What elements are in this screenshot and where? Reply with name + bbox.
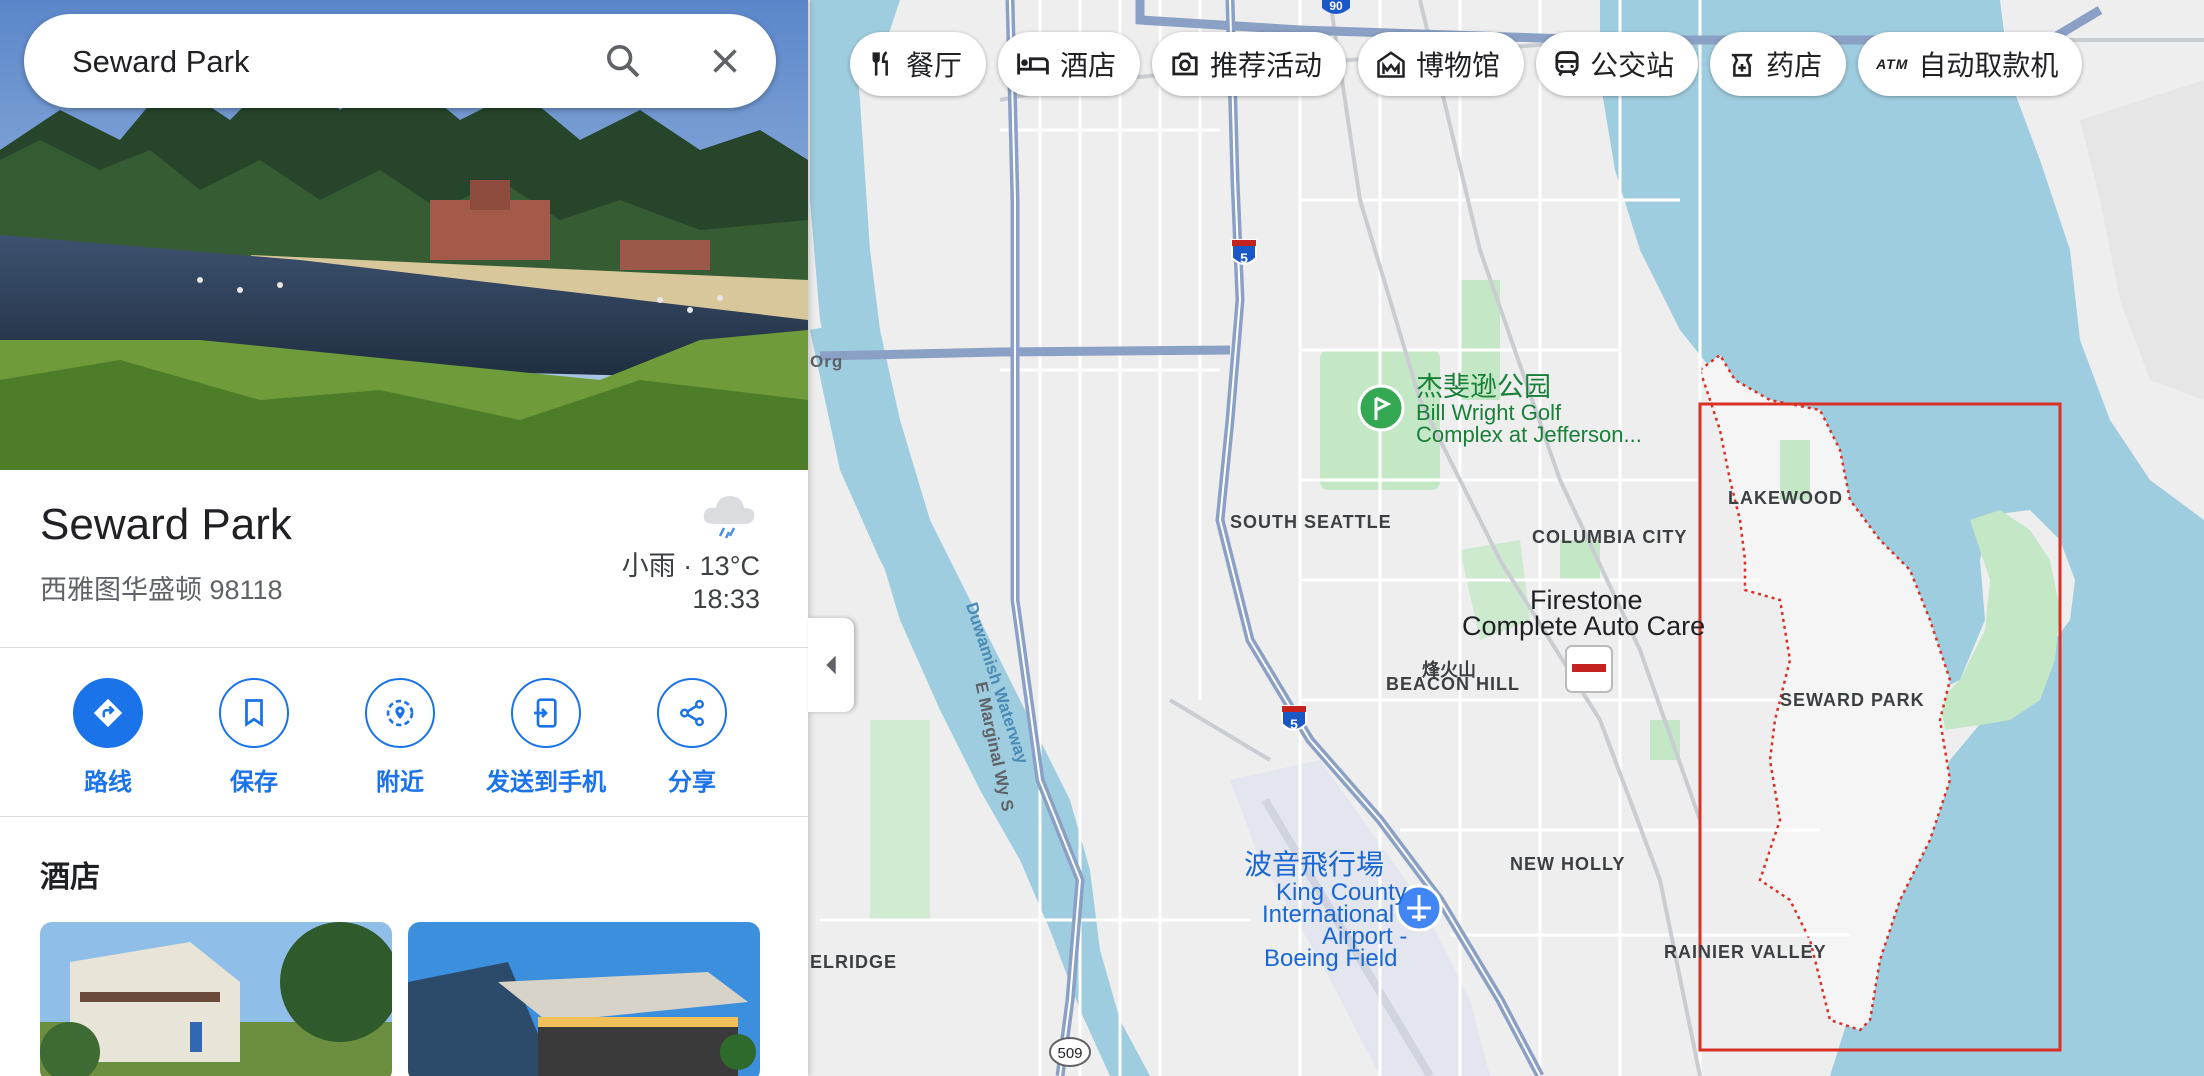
chip-label: 博物馆 bbox=[1416, 50, 1501, 81]
atm-icon: ATM bbox=[1876, 56, 1909, 72]
chip-museums[interactable]: 博物馆 bbox=[1358, 32, 1525, 96]
poi-firestone-line1[interactable]: Firestone bbox=[1530, 586, 1643, 614]
send-to-phone-button[interactable]: 发送到手机 bbox=[466, 678, 626, 797]
i5-shield-south: 5 bbox=[1281, 705, 1307, 732]
bookmark-icon bbox=[245, 699, 263, 727]
chip-label: 推荐活动 bbox=[1210, 50, 1323, 81]
sr509-shield: 509 bbox=[1049, 1037, 1091, 1067]
label-elridge: ELRIDGE bbox=[810, 952, 898, 972]
label-beacon-hill: BEACON HILL bbox=[1386, 674, 1520, 694]
chip-atms[interactable]: ATM 自动取款机 bbox=[1858, 32, 2083, 96]
hotels-section-title: 酒店 bbox=[40, 861, 100, 894]
chip-label: 药店 bbox=[1766, 50, 1823, 81]
chip-restaurants[interactable]: 餐厅 bbox=[850, 32, 987, 96]
action-label: 保存 bbox=[230, 769, 278, 796]
label-south-seattle: SOUTH SEATTLE bbox=[1230, 512, 1392, 532]
action-label: 附近 bbox=[376, 769, 424, 796]
search-button[interactable] bbox=[598, 36, 648, 86]
send-to-phone-icon bbox=[534, 698, 557, 728]
pharmacy-icon bbox=[1731, 53, 1753, 77]
poi-airport-cn[interactable]: 波音飛行場 bbox=[1244, 851, 1384, 879]
place-address: 西雅图华盛顿 98118 bbox=[40, 575, 283, 605]
label-columbia-city: COLUMBIA CITY bbox=[1532, 527, 1688, 547]
weather-info: 小雨 · 13°C 18:33 bbox=[622, 550, 760, 616]
action-label: 分享 bbox=[668, 769, 716, 796]
search-icon bbox=[607, 45, 640, 78]
svg-text:5: 5 bbox=[1290, 716, 1298, 732]
firestone-marker bbox=[1565, 645, 1613, 693]
i5-shield-north: 5 bbox=[1231, 239, 1257, 266]
directions-button[interactable]: 路线 bbox=[28, 678, 188, 797]
chip-pharmacies[interactable]: 药店 bbox=[1710, 32, 1847, 96]
golf-pin-icon bbox=[1357, 384, 1405, 432]
label-new-holly: NEW HOLLY bbox=[1510, 854, 1626, 874]
museum-icon bbox=[1377, 51, 1405, 78]
svg-text:5: 5 bbox=[1240, 250, 1248, 266]
place-panel: Seward Park 西雅图华盛顿 98118 小雨 · 13°C 18:33… bbox=[0, 0, 808, 1076]
chip-label: 公交站 bbox=[1590, 50, 1675, 81]
local-time: 18:33 bbox=[692, 584, 760, 614]
search-box bbox=[24, 14, 776, 108]
svg-text:509: 509 bbox=[1057, 1045, 1082, 1062]
chip-label: 自动取款机 bbox=[1918, 50, 2059, 81]
place-title: Seward Park bbox=[40, 500, 292, 549]
share-icon bbox=[680, 699, 704, 727]
hotel-icon bbox=[1017, 53, 1049, 75]
nearby-button[interactable]: 附近 bbox=[320, 678, 480, 797]
action-label: 发送到手机 bbox=[486, 769, 606, 796]
chip-hotels[interactable]: 酒店 bbox=[998, 32, 1141, 96]
save-button[interactable]: 保存 bbox=[174, 678, 334, 797]
chip-transit[interactable]: 公交站 bbox=[1536, 32, 1699, 96]
weather-condition: 小雨 · 13°C bbox=[621, 551, 760, 581]
label-org: Org bbox=[810, 352, 844, 371]
chip-things-to-do[interactable]: 推荐活动 bbox=[1152, 32, 1347, 96]
hotel-card-1[interactable] bbox=[40, 922, 392, 1076]
park-4 bbox=[870, 720, 930, 920]
action-buttons: 路线 保存 附近 发送到手机 分享 bbox=[0, 648, 808, 817]
rain-cloud-icon bbox=[703, 496, 755, 539]
poi-firestone-line2[interactable]: Complete Auto Care bbox=[1462, 612, 1705, 640]
chip-label: 酒店 bbox=[1060, 50, 1117, 81]
label-seward-park: SEWARD PARK bbox=[1780, 690, 1925, 710]
camera-icon bbox=[1172, 52, 1198, 76]
chevron-left-icon bbox=[826, 655, 836, 675]
close-icon bbox=[713, 49, 737, 73]
label-lakewood: LAKEWOOD bbox=[1728, 488, 1843, 508]
poi-airport-line4[interactable]: Boeing Field bbox=[1264, 947, 1397, 971]
svg-text:90: 90 bbox=[1329, 0, 1343, 13]
category-chips: 餐厅 酒店 推荐活动 博物馆 公交站 药店 ATM 自动取款机 bbox=[850, 32, 2083, 96]
directions-icon bbox=[93, 698, 123, 728]
nearby-icon bbox=[386, 699, 414, 727]
poi-jefferson-cn[interactable]: 杰斐逊公园 bbox=[1416, 374, 1551, 401]
poi-jefferson-line1[interactable]: Bill Wright Golf bbox=[1416, 402, 1561, 424]
restaurant-icon bbox=[872, 51, 888, 76]
hotel-card-2[interactable] bbox=[408, 922, 760, 1076]
action-label: 路线 bbox=[84, 769, 132, 796]
share-button[interactable]: 分享 bbox=[612, 678, 772, 797]
transit-icon bbox=[1555, 51, 1579, 77]
label-rainier-valley: RAINIER VALLEY bbox=[1664, 942, 1827, 962]
collapse-panel-button[interactable] bbox=[808, 618, 854, 712]
chip-label: 餐厅 bbox=[906, 50, 963, 81]
place-header: Seward Park 西雅图华盛顿 98118 小雨 · 13°C 18:33 bbox=[0, 470, 808, 648]
clear-search-button[interactable] bbox=[700, 36, 750, 86]
search-input[interactable] bbox=[70, 36, 594, 88]
poi-jefferson-line2[interactable]: Complex at Jefferson... bbox=[1416, 424, 1642, 446]
